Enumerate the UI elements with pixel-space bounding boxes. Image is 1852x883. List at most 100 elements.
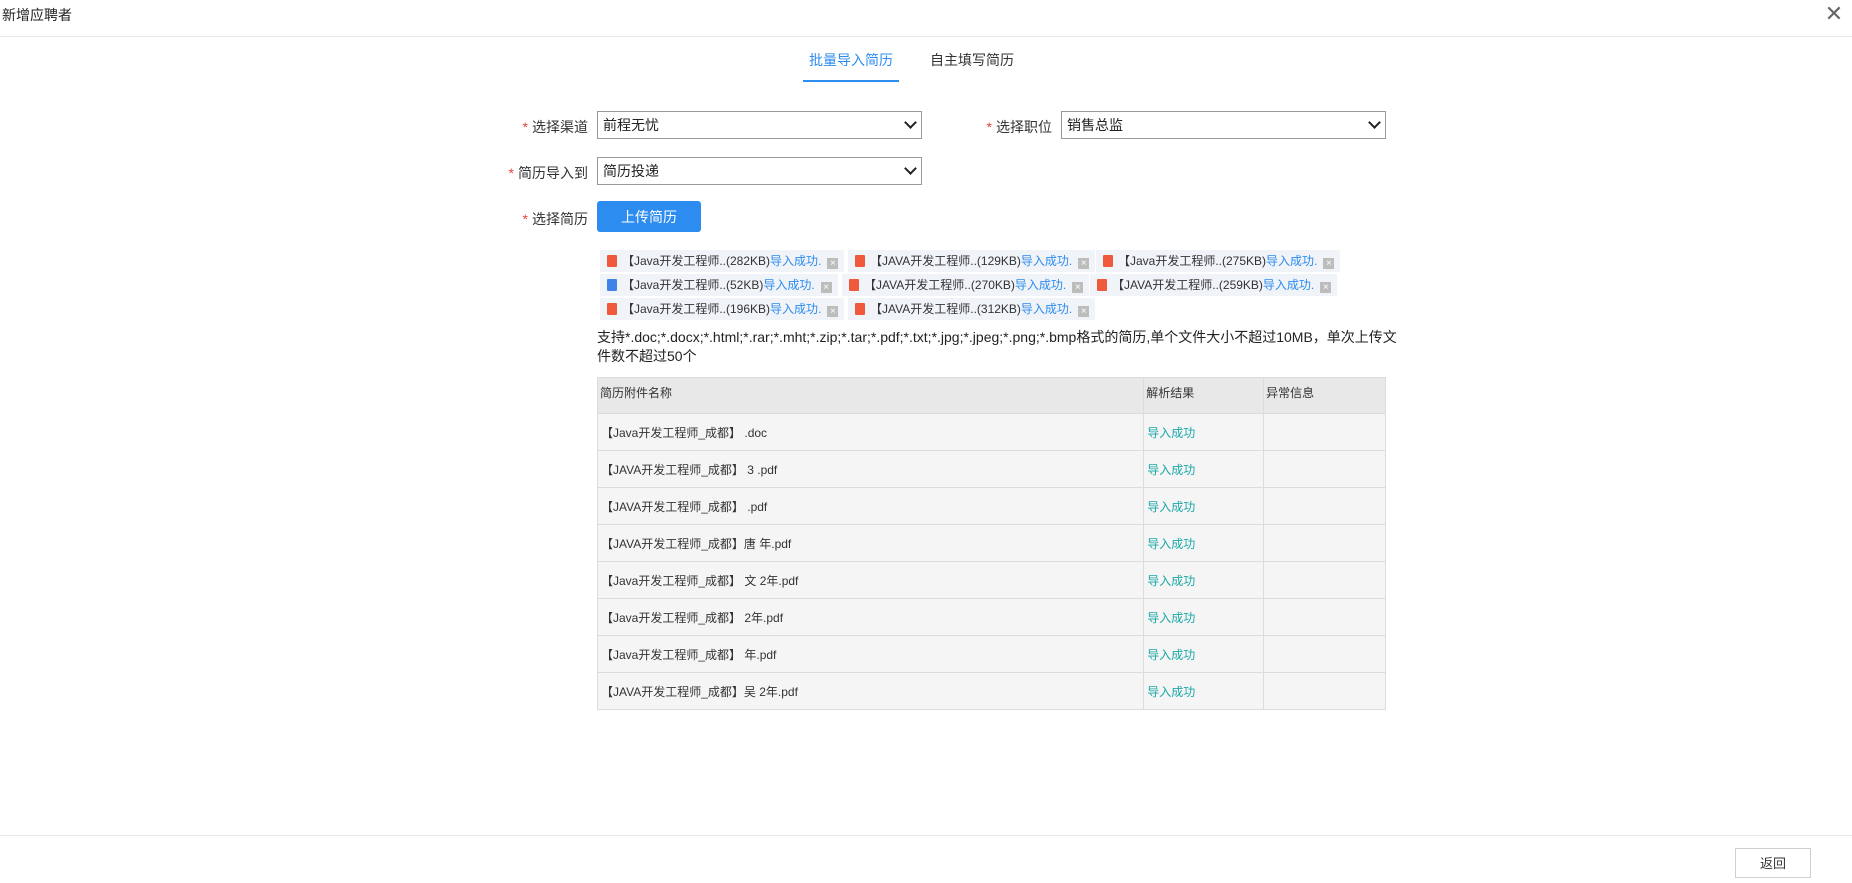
- channel-label: * 选择渠道: [468, 117, 588, 137]
- result-cell: 导入成功: [1143, 598, 1265, 636]
- pdf-file-icon: [855, 303, 865, 315]
- file-name: 【JAVA开发工程师..(129KB): [870, 254, 1021, 268]
- remove-file-icon[interactable]: ×: [1320, 282, 1332, 293]
- table-row: 【JAVA开发工程师_成都】唐 年.pdf 导入成功: [596, 524, 1386, 562]
- result-cell: 导入成功: [1143, 524, 1265, 562]
- import-to-value: 简历投递: [603, 163, 659, 179]
- table-row: 【Java开发工程师_成都】 年.pdf 导入成功: [596, 635, 1386, 673]
- result-cell: 导入成功: [1143, 487, 1265, 525]
- pdf-file-icon: [607, 303, 617, 315]
- pdf-file-icon: [1103, 255, 1113, 267]
- pdf-file-icon: [607, 255, 617, 267]
- file-status: 导入成功.: [1262, 278, 1315, 292]
- channel-label-text: 选择渠道: [532, 119, 588, 135]
- tab-manual-entry[interactable]: 自主填写简历: [924, 46, 1020, 80]
- dialog-footer: 返回: [0, 835, 1852, 883]
- result-cell: 导入成功: [1143, 413, 1265, 451]
- error-cell: [1263, 413, 1386, 451]
- filename-cell: 【Java开发工程师_成都】 文 2年.pdf: [596, 561, 1145, 599]
- filename-cell: 【Java开发工程师_成都】 年.pdf: [596, 635, 1145, 673]
- error-cell: [1263, 598, 1386, 636]
- error-cell: [1263, 450, 1386, 488]
- file-chip: 【Java开发工程师..(196KB)导入成功. ×: [600, 298, 845, 320]
- remove-file-icon[interactable]: ×: [1072, 282, 1084, 293]
- error-cell: [1263, 672, 1386, 710]
- channel-select[interactable]: 前程无忧: [597, 111, 922, 139]
- table-row: 【JAVA开发工程师_成都】 3 .pdf 导入成功: [596, 450, 1386, 488]
- table-row: 【Java开发工程师_成都】 .doc 导入成功: [596, 413, 1386, 451]
- tab-batch-import[interactable]: 批量导入简历: [803, 46, 899, 82]
- file-status: 导入成功.: [1014, 278, 1067, 292]
- file-status: 导入成功.: [1020, 302, 1073, 316]
- table-row: 【JAVA开发工程师_成都】吴 2年.pdf 导入成功: [596, 672, 1386, 710]
- filename-cell: 【JAVA开发工程师_成都】吴 2年.pdf: [596, 672, 1145, 710]
- filename-cell: 【JAVA开发工程师_成都】唐 年.pdf: [596, 524, 1145, 562]
- tab-bar: 批量导入简历 自主填写简历: [0, 46, 1852, 82]
- required-mark: *: [508, 165, 514, 181]
- column-header-result: 解析结果: [1143, 377, 1265, 414]
- dialog-title: 新增应聘者: [2, 7, 72, 23]
- dialog-header: 新增应聘者 ✕: [0, 0, 1852, 37]
- error-cell: [1263, 635, 1386, 673]
- file-name: 【JAVA开发工程师..(259KB): [1112, 278, 1263, 292]
- upload-resume-button[interactable]: 上传简历: [597, 201, 701, 232]
- file-status: 导入成功.: [770, 254, 822, 268]
- file-status: 导入成功.: [1266, 254, 1318, 268]
- required-mark: *: [522, 211, 528, 227]
- file-name: 【Java开发工程师..(282KB): [622, 254, 771, 268]
- result-cell: 导入成功: [1143, 672, 1265, 710]
- file-status: 导入成功.: [770, 302, 822, 316]
- upload-hint: 支持*.doc;*.docx;*.html;*.rar;*.mht;*.zip;…: [597, 329, 1397, 364]
- result-cell: 导入成功: [1143, 635, 1265, 673]
- import-to-label-text: 简历导入到: [518, 165, 588, 181]
- channel-value: 前程无忧: [603, 117, 659, 133]
- file-chip: 【JAVA开发工程师..(312KB)导入成功. ×: [848, 298, 1096, 320]
- file-chip: 【JAVA开发工程师..(259KB)导入成功. ×: [1090, 274, 1338, 296]
- resume-label: * 选择简历: [468, 209, 588, 229]
- filename-cell: 【Java开发工程师_成都】 .doc: [596, 413, 1145, 451]
- file-chip: 【Java开发工程师..(275KB)导入成功. ×: [1096, 250, 1341, 272]
- doc-file-icon: [607, 279, 617, 291]
- table-row: 【Java开发工程师_成都】 文 2年.pdf 导入成功: [596, 561, 1386, 599]
- file-status: 导入成功.: [763, 278, 815, 292]
- pdf-file-icon: [1097, 279, 1107, 291]
- filename-cell: 【JAVA开发工程师_成都】 .pdf: [596, 487, 1145, 525]
- position-value: 销售总监: [1067, 117, 1123, 133]
- import-to-select[interactable]: 简历投递: [597, 157, 922, 185]
- required-mark: *: [522, 119, 528, 135]
- remove-file-icon[interactable]: ×: [1323, 258, 1335, 269]
- file-name: 【JAVA开发工程师..(312KB): [870, 302, 1021, 316]
- column-header-filename: 简历附件名称: [596, 377, 1145, 414]
- filename-cell: 【Java开发工程师_成都】 2年.pdf: [596, 598, 1145, 636]
- table-row: 【JAVA开发工程师_成都】 .pdf 导入成功: [596, 487, 1386, 525]
- error-cell: [1263, 561, 1386, 599]
- chevron-down-icon: [1368, 116, 1381, 129]
- result-cell: 导入成功: [1143, 450, 1265, 488]
- table-row: 【Java开发工程师_成都】 2年.pdf 导入成功: [596, 598, 1386, 636]
- error-cell: [1263, 524, 1386, 562]
- file-chip: 【Java开发工程师..(282KB)导入成功. ×: [600, 250, 845, 272]
- file-chip: 【JAVA开发工程师..(270KB)导入成功. ×: [842, 274, 1090, 296]
- file-name: 【Java开发工程师..(196KB): [622, 302, 771, 316]
- file-chip: 【JAVA开发工程师..(129KB)导入成功. ×: [848, 250, 1096, 272]
- resume-label-text: 选择简历: [532, 211, 588, 227]
- remove-file-icon[interactable]: ×: [827, 258, 839, 269]
- column-header-error: 异常信息: [1263, 377, 1386, 414]
- remove-file-icon[interactable]: ×: [1078, 258, 1090, 269]
- close-icon[interactable]: ✕: [1822, 2, 1846, 26]
- required-mark: *: [986, 119, 992, 135]
- chevron-down-icon: [904, 116, 917, 129]
- filename-cell: 【JAVA开发工程师_成都】 3 .pdf: [596, 450, 1145, 488]
- position-select[interactable]: 销售总监: [1061, 111, 1386, 139]
- position-label: * 选择职位: [932, 117, 1052, 137]
- back-button[interactable]: 返回: [1735, 848, 1811, 878]
- remove-file-icon[interactable]: ×: [1078, 306, 1090, 317]
- file-chip: 【Java开发工程师..(52KB)导入成功. ×: [600, 274, 838, 296]
- pdf-file-icon: [855, 255, 865, 267]
- pdf-file-icon: [849, 279, 859, 291]
- remove-file-icon[interactable]: ×: [827, 306, 839, 317]
- result-cell: 导入成功: [1143, 561, 1265, 599]
- remove-file-icon[interactable]: ×: [820, 282, 832, 293]
- file-status: 导入成功.: [1020, 254, 1073, 268]
- import-results-table: 简历附件名称 解析结果 异常信息 【Java开发工程师_成都】 .doc 导入成功…: [596, 377, 1386, 710]
